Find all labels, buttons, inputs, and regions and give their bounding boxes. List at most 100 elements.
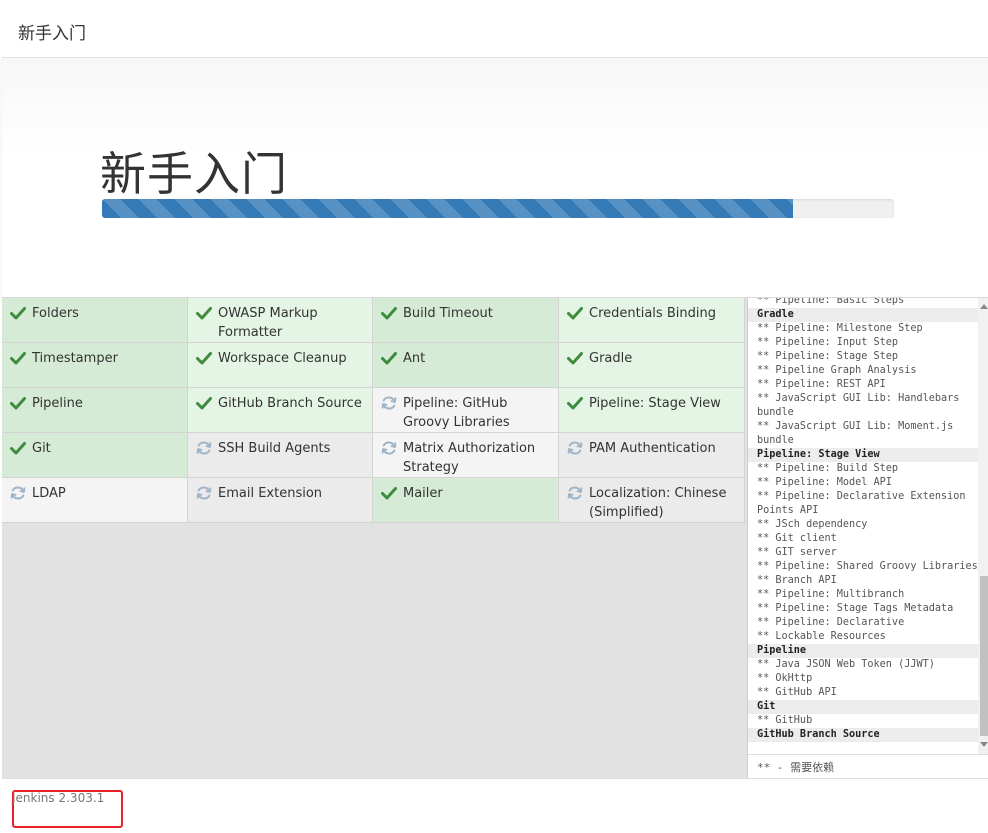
plugin-item: Email Extension [188, 478, 373, 523]
install-log-panel: ** Pipeline: Basic Steps Gradle ** Pipelin… [747, 298, 988, 778]
log-dependency-line: ** Pipeline: Declarative [757, 617, 905, 628]
check-icon [381, 350, 397, 366]
plugin-item: PAM Authentication [559, 433, 745, 478]
plugin-name: GitHub Branch Source [218, 396, 362, 411]
refresh-icon [567, 485, 583, 501]
plugin-item: Pipeline: Stage View [559, 388, 745, 433]
plugin-item: GitHub Branch Source [188, 388, 373, 433]
install-progress-fill [102, 199, 794, 218]
plugin-name: Gradle [589, 351, 633, 366]
log-dependency-line: ** Pipeline Graph Analysis [757, 365, 917, 376]
refresh-icon [10, 485, 26, 501]
plugin-item: SSH Build Agents [188, 433, 373, 478]
plugin-name: Email Extension [218, 486, 323, 501]
hero-section: 新手入门 [2, 58, 988, 298]
refresh-icon [381, 440, 397, 456]
plugin-name: OWASP Markup Formatter [218, 306, 318, 340]
plugin-item: Timestamper [2, 343, 188, 388]
plugin-item: LDAP [2, 478, 188, 523]
log-plugin-header: Git [748, 700, 978, 714]
plugin-name: Localization: Chinese (Simplified) [589, 486, 727, 520]
check-icon [196, 395, 212, 411]
log-dependency-line: ** Pipeline: REST API [757, 379, 886, 390]
log-scrollbar[interactable] [978, 298, 988, 754]
plugin-item: Ant [373, 343, 559, 388]
log-dependency-line: ** Pipeline: Build Step [757, 463, 899, 474]
plugin-grid: Folders OWASP Markup Formatter Build Timeo… [2, 298, 745, 523]
plugin-item: Localization: Chinese (Simplified) [559, 478, 745, 523]
plugin-item: OWASP Markup Formatter [188, 298, 373, 343]
plugin-item: Folders [2, 298, 188, 343]
plugin-name: Pipeline [32, 396, 83, 411]
dialog-footer: Jenkins 2.303.1 [2, 778, 988, 833]
plugin-item: Git [2, 433, 188, 478]
log-dependency-line: ** JavaScript GUI Lib: Handlebars bundle [757, 393, 966, 418]
log-plugin-header: Pipeline [748, 644, 978, 658]
log-dependency-line: ** JavaScript GUI Lib: Moment.js bundle [757, 421, 960, 446]
log-dependency-line: ** Lockable Resources [757, 631, 886, 642]
refresh-icon [567, 440, 583, 456]
plugin-name: Matrix Authorization Strategy [403, 441, 536, 475]
check-icon [10, 305, 26, 321]
check-icon [10, 350, 26, 366]
plugin-name: Build Timeout [403, 306, 493, 321]
check-icon [196, 305, 212, 321]
jenkins-version: Jenkins 2.303.1 [12, 791, 105, 805]
plugin-item: Build Timeout [373, 298, 559, 343]
plugin-install-area: Folders OWASP Markup Formatter Build Timeo… [2, 298, 988, 778]
page-title: 新手入门 [100, 147, 288, 201]
log-footer-note: ** - 需要依赖 [748, 754, 988, 778]
plugin-item: Mailer [373, 478, 559, 523]
install-progress-bar [102, 199, 894, 218]
log-dependency-line: ** Pipeline: Stage Step [757, 351, 899, 362]
refresh-icon [381, 395, 397, 411]
plugin-name: SSH Build Agents [218, 441, 331, 456]
refresh-icon [196, 485, 212, 501]
plugin-item: Workspace Cleanup [188, 343, 373, 388]
log-dependency-line: ** GitHub [757, 715, 813, 726]
log-dependency-line: ** Pipeline: Model API [757, 477, 892, 488]
check-icon [196, 350, 212, 366]
scroll-down-arrow-icon[interactable] [980, 742, 988, 747]
header-title: 新手入门 [18, 24, 86, 44]
scrollbar-thumb[interactable] [980, 576, 988, 736]
plugin-name: PAM Authentication [589, 441, 716, 456]
log-dependency-line: ** Pipeline: Declarative Extension Point… [757, 491, 972, 516]
plugin-name: Pipeline: Stage View [589, 396, 721, 411]
plugin-name: Git [32, 441, 51, 456]
log-dependency-line: ** Pipeline: Stage Tags Metadata [757, 603, 954, 614]
plugin-name: Credentials Binding [589, 306, 716, 321]
plugin-item: Matrix Authorization Strategy [373, 433, 559, 478]
log-dependency-line: ** Git client [757, 533, 837, 544]
log-dependency-line: ** GitHub API [757, 687, 837, 698]
log-dependency-line: ** Pipeline: Milestone Step [757, 323, 923, 334]
dialog-header: 新手入门 [2, 2, 988, 58]
check-icon [381, 485, 397, 501]
scroll-up-arrow-icon[interactable] [980, 304, 988, 309]
plugin-name: Workspace Cleanup [218, 351, 347, 366]
log-dependency-line: ** JSch dependency [757, 519, 868, 530]
log-plugin-header: GitHub Branch Source [748, 728, 978, 742]
plugin-name: Mailer [403, 486, 443, 501]
plugin-name: Folders [32, 306, 79, 321]
log-dependency-line: ** Pipeline: Input Step [757, 337, 899, 348]
log-plugin-header: Pipeline: Stage View [748, 448, 978, 462]
check-icon [567, 395, 583, 411]
plugin-item: Gradle [559, 343, 745, 388]
plugin-name: Timestamper [32, 351, 118, 366]
log-dependency-line: ** GIT server [757, 547, 837, 558]
plugin-item: Pipeline [2, 388, 188, 433]
check-icon [10, 440, 26, 456]
check-icon [10, 395, 26, 411]
plugin-item: Credentials Binding [559, 298, 745, 343]
plugin-name: Ant [403, 351, 426, 366]
refresh-icon [196, 440, 212, 456]
check-icon [567, 350, 583, 366]
check-icon [567, 305, 583, 321]
install-log[interactable]: ** Pipeline: Basic Steps Gradle ** Pipelin… [748, 298, 978, 754]
check-icon [381, 305, 397, 321]
log-plugin-header: Gradle [748, 308, 978, 322]
plugin-item: Pipeline: GitHub Groovy Libraries [373, 388, 559, 433]
log-dependency-line: ** Branch API [757, 575, 837, 586]
log-dependency-line: ** Java JSON Web Token (JJWT) [757, 659, 935, 670]
